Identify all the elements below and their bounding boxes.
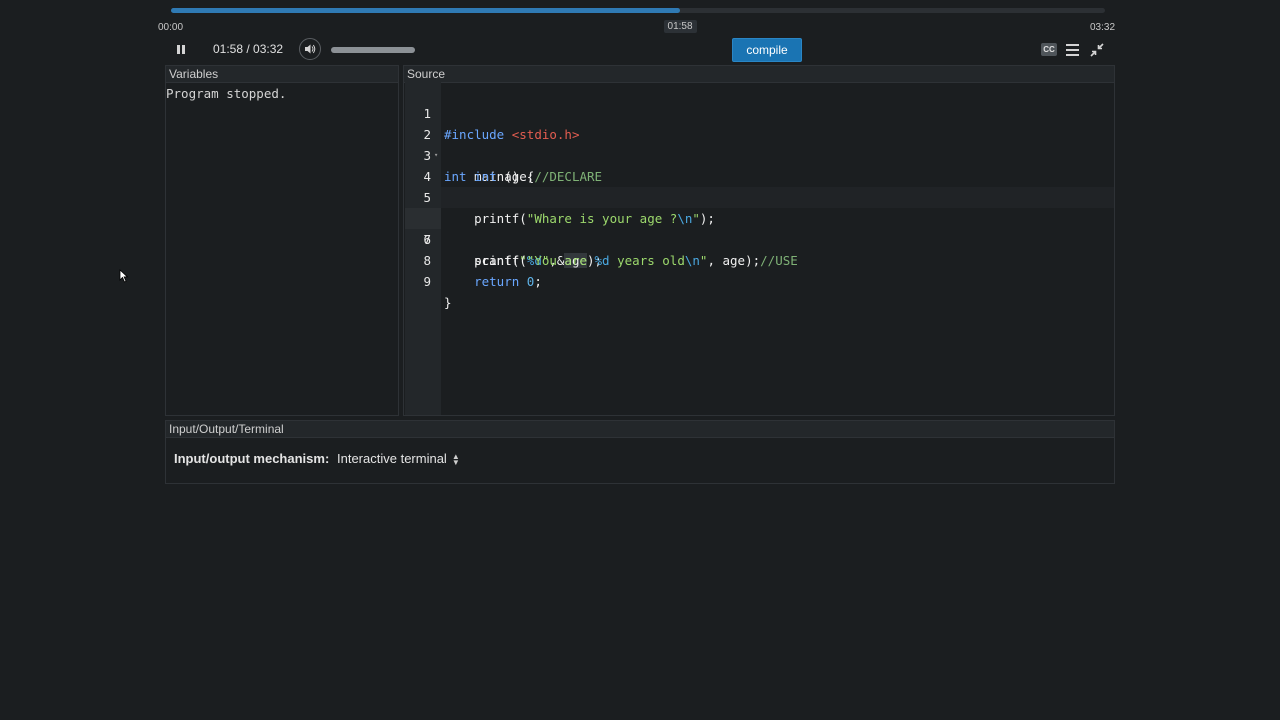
code-line-8[interactable]: 8 return 0; — [423, 229, 1114, 289]
variables-status-text: Program stopped. — [166, 86, 287, 101]
time-readout: 01:58 / 03:32 — [213, 42, 284, 56]
exit-fullscreen-icon — [1090, 43, 1104, 57]
io-terminal-panel: Input/Output/Terminal Input/output mecha… — [165, 420, 1115, 484]
time-start-label: 00:00 — [158, 22, 184, 33]
pause-icon — [177, 45, 180, 54]
select-arrows-icon: ▲ ▼ — [451, 451, 460, 467]
time-end-label: 03:32 — [1090, 22, 1116, 33]
pause-button[interactable] — [172, 41, 190, 59]
code-line-3[interactable]: 3 int age;//DECLARE — [423, 124, 1114, 184]
volume-slider[interactable] — [331, 47, 415, 53]
code-line-9[interactable]: 9 } — [423, 250, 1114, 310]
menu-icon — [1066, 44, 1079, 46]
io-panel-title: Input/Output/Terminal — [166, 421, 1114, 438]
volume-fill — [331, 47, 415, 53]
code-line-6[interactable]: 6 scanf("%d",&age); — [405, 187, 1114, 268]
variables-panel: Variables Program stopped. — [165, 65, 399, 416]
line-number: 4 — [423, 169, 431, 184]
code-line-7[interactable]: 7 printf("You are %d years old\n", age);… — [423, 208, 1114, 268]
line-number: 9 — [423, 274, 431, 289]
line-number: 2 — [423, 127, 431, 142]
captions-button[interactable]: CC — [1041, 43, 1057, 56]
mouse-pointer-icon — [119, 269, 129, 283]
code-line-text: } — [444, 295, 452, 310]
io-mechanism-select[interactable]: Interactive terminal ▲ ▼ — [337, 451, 460, 466]
menu-button[interactable] — [1066, 43, 1080, 57]
line-number: 1 — [423, 106, 431, 121]
time-cursor-label: 01:58 — [663, 20, 697, 33]
volume-button[interactable] — [299, 38, 321, 60]
progress-fill — [171, 8, 681, 13]
line-number: 8 — [423, 253, 431, 268]
exit-fullscreen-button[interactable] — [1089, 42, 1105, 58]
progress-track[interactable] — [171, 8, 1105, 13]
line-number: 7 — [423, 232, 431, 247]
code-line-2[interactable]: 2 ▾ int main() { — [423, 103, 1114, 184]
fold-arrow-icon[interactable]: ▾ — [434, 145, 438, 166]
line-number: 5 — [423, 190, 431, 205]
code-line-1[interactable]: 1 #include <stdio.h> — [423, 82, 1114, 142]
source-panel: Source 1 #include <stdio.h> 2 ▾ int main… — [403, 65, 1115, 416]
volume-icon — [305, 44, 316, 54]
variables-panel-title: Variables — [166, 66, 398, 83]
source-panel-title: Source — [404, 66, 1114, 83]
code-line-4[interactable]: 4 age = 17;//DEFINE — [423, 145, 1114, 205]
io-mechanism-value: Interactive terminal — [337, 451, 447, 466]
io-mechanism-label: Input/output mechanism: — [174, 451, 330, 466]
compile-button[interactable]: compile — [732, 38, 802, 62]
code-editor[interactable]: 1 #include <stdio.h> 2 ▾ int main() { 3 … — [405, 82, 1114, 415]
code-line-5[interactable]: 5 printf("Whare is your age ?\n"); — [423, 166, 1114, 226]
line-number: 3 — [423, 148, 431, 163]
